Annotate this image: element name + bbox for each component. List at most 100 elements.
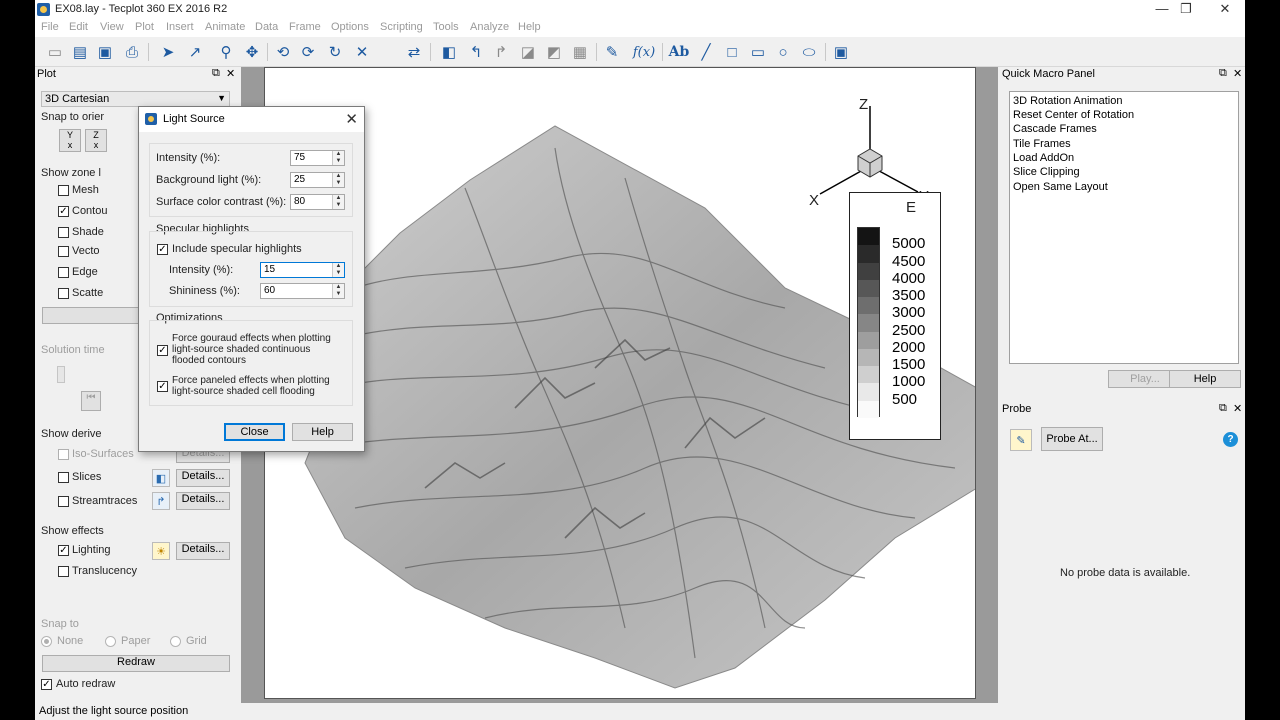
menu-edit[interactable]: Edit [69, 21, 88, 33]
zoom-icon[interactable]: ⚲ [215, 41, 237, 63]
vector-checkbox[interactable] [58, 246, 69, 257]
contour-legend[interactable]: E 5000 4500 4000 3500 3000 2500 2000 1500 1000 50… [849, 192, 941, 440]
iso-surfaces-checkbox[interactable] [58, 449, 69, 460]
rotate-roller-icon[interactable]: ✕ [351, 41, 373, 63]
scatter-checkbox[interactable] [58, 288, 69, 299]
probe-at-button[interactable]: Probe At... [1041, 427, 1103, 451]
menu-help[interactable]: Help [518, 21, 541, 33]
edge-checkbox[interactable] [58, 267, 69, 278]
snap-yx-button[interactable]: Yx [59, 129, 81, 152]
list-item[interactable]: Load AddOn [1013, 152, 1074, 164]
close-icon[interactable]: ✕ [345, 110, 358, 128]
quick-edit-icon[interactable]: ✎ [601, 41, 623, 63]
frame-icon[interactable]: ▣ [830, 41, 852, 63]
open-icon[interactable]: ▤ [69, 41, 91, 63]
menu-tools[interactable]: Tools [433, 21, 459, 33]
spin-arrows-icon[interactable]: ▲ ▼ [332, 173, 344, 187]
rotate-spherical-icon[interactable]: ↻ [324, 41, 346, 63]
streamtrace-icon[interactable]: ↱ [152, 492, 170, 510]
menu-view[interactable]: View [100, 21, 124, 33]
float-icon[interactable]: ⧉ [212, 67, 220, 80]
spin-arrows-icon[interactable]: ▲ ▼ [332, 263, 344, 277]
rotate-y-icon[interactable]: ⟳ [297, 41, 319, 63]
translucency-checkbox[interactable] [58, 566, 69, 577]
lighting-details-button[interactable]: Details... [176, 542, 230, 560]
spec-intensity-stepper[interactable]: 15 ▲ ▼ [260, 262, 345, 278]
snap-paper-radio[interactable] [105, 636, 116, 647]
snap-grid-radio[interactable] [170, 636, 181, 647]
close-window-button[interactable]: ✕ [1205, 1, 1245, 17]
new-icon[interactable]: ▭ [44, 41, 66, 63]
lighting-checkbox[interactable]: ✓ [58, 545, 69, 556]
redraw-button[interactable]: Redraw [42, 655, 230, 672]
menu-data[interactable]: Data [255, 21, 278, 33]
rectangle-icon[interactable]: ▭ [747, 41, 769, 63]
plot-frame[interactable]: Z X Y E 50004500400035003000250020001500… [264, 67, 976, 699]
help-button[interactable]: Help [292, 423, 353, 441]
list-item[interactable]: Tile Frames [1013, 138, 1071, 150]
list-item[interactable]: Open Same Layout [1013, 181, 1108, 193]
menu-options[interactable]: Options [331, 21, 369, 33]
print-icon[interactable]: ⎙ [121, 41, 143, 63]
slice-icon[interactable]: ↰ [465, 41, 487, 63]
ellipse-icon[interactable]: ⬭ [798, 41, 820, 63]
spin-arrows-icon[interactable]: ▲ ▼ [332, 284, 344, 298]
shade-checkbox[interactable] [58, 227, 69, 238]
rotate-twist-icon[interactable]: ⇄ [403, 41, 425, 63]
slices-details-button[interactable]: Details... [176, 469, 230, 487]
spin-arrows-icon[interactable]: ▲ ▼ [332, 151, 344, 165]
streamtraces-checkbox[interactable] [58, 496, 69, 507]
menu-insert[interactable]: Insert [166, 21, 194, 33]
probe-icon[interactable]: ✎ [1010, 429, 1032, 451]
list-item[interactable]: Reset Center of Rotation [1013, 109, 1134, 121]
help-icon[interactable]: ? [1223, 432, 1238, 447]
save-icon[interactable]: ▣ [94, 41, 116, 63]
list-item[interactable]: 3D Rotation Animation [1013, 95, 1122, 107]
include-specular-checkbox[interactable]: ✓ [157, 244, 168, 255]
menu-frame[interactable]: Frame [289, 21, 321, 33]
solution-time-slider[interactable] [57, 366, 65, 383]
streamtrace-icon[interactable]: ↱ [490, 41, 512, 63]
select-icon[interactable]: ➤ [157, 41, 179, 63]
slice-icon[interactable]: ◧ [152, 469, 170, 487]
translate-icon[interactable]: ✥ [241, 41, 263, 63]
frame-number-icon[interactable]: ▦ [569, 41, 591, 63]
streamtraces-details-button[interactable]: Details... [176, 492, 230, 510]
mesh-checkbox[interactable] [58, 185, 69, 196]
background-light-stepper[interactable]: 25 ▲ ▼ [290, 172, 345, 188]
auto-redraw-checkbox[interactable]: ✓ [41, 679, 52, 690]
probe-icon[interactable]: ◧ [438, 41, 460, 63]
force-gouraud-checkbox[interactable]: ✓ [157, 345, 168, 356]
shininess-stepper[interactable]: 60 ▲ ▼ [260, 283, 345, 299]
plot-type-dropdown[interactable]: 3D Cartesian ▼ [41, 91, 230, 107]
menu-analyze[interactable]: Analyze [470, 21, 509, 33]
surface-contrast-stepper[interactable]: 80 ▲ ▼ [290, 194, 345, 210]
iso-surface-icon[interactable]: ◩ [543, 41, 565, 63]
list-item[interactable]: Slice Clipping [1013, 166, 1080, 178]
circle-icon[interactable]: ○ [772, 41, 794, 63]
contour-line-icon[interactable]: ◪ [517, 41, 539, 63]
macro-list[interactable]: 3D Rotation Animation Reset Center of Ro… [1009, 91, 1239, 364]
lighting-icon[interactable]: ☀ [152, 542, 170, 560]
spin-arrows-icon[interactable]: ▲ ▼ [332, 195, 344, 209]
snap-none-radio[interactable] [41, 636, 52, 647]
text-icon[interactable]: Ab [668, 41, 690, 63]
macro-help-button[interactable]: Help [1169, 370, 1241, 388]
line-icon[interactable]: ╱ [695, 41, 717, 63]
equation-icon[interactable]: f(x) [633, 41, 655, 63]
menu-animate[interactable]: Animate [205, 21, 245, 33]
close-icon[interactable]: ✕ [226, 67, 235, 80]
list-item[interactable]: Cascade Frames [1013, 123, 1097, 135]
menu-scripting[interactable]: Scripting [380, 21, 423, 33]
snap-zx-button[interactable]: Zx [85, 129, 107, 152]
menu-plot[interactable]: Plot [135, 21, 154, 33]
force-paneled-checkbox[interactable]: ✓ [157, 381, 168, 392]
menu-file[interactable]: File [41, 21, 59, 33]
contour-checkbox[interactable]: ✓ [58, 206, 69, 217]
rotate-x-icon[interactable]: ⟲ [272, 41, 294, 63]
square-icon[interactable]: □ [721, 41, 743, 63]
float-icon[interactable]: ⧉ [1219, 402, 1227, 415]
first-step-button[interactable]: ⏮ [81, 391, 101, 411]
float-icon[interactable]: ⧉ [1219, 67, 1227, 80]
close-icon[interactable]: ✕ [1233, 67, 1242, 80]
